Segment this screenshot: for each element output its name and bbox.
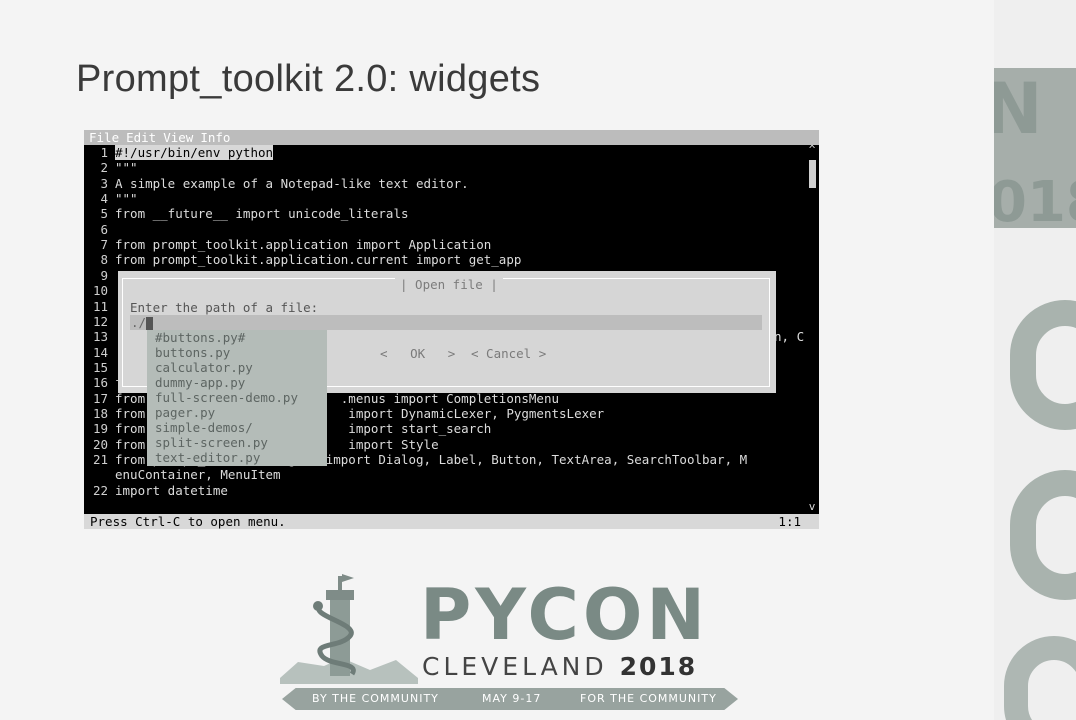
- line-number: 4: [100, 191, 108, 207]
- line-number: 19: [92, 421, 108, 437]
- cancel-button[interactable]: < Cancel >: [471, 346, 546, 361]
- line-number: 2: [100, 160, 108, 176]
- side-decoration: N 018: [994, 0, 1076, 720]
- line-number: 22: [92, 482, 108, 498]
- line-number: 7: [100, 237, 108, 253]
- scrollbar[interactable]: ^ v: [807, 144, 817, 515]
- code-text: from prompt_toolkit.application import A…: [115, 237, 492, 253]
- line-number: 6: [100, 221, 108, 237]
- city-name: CLEVELAND: [422, 652, 608, 681]
- line-number: 15: [92, 359, 108, 375]
- side-band: N 018: [994, 68, 1076, 235]
- code-text: """: [115, 160, 138, 176]
- pycon-wordmark: PYCON: [420, 574, 709, 656]
- path-input[interactable]: ./: [130, 315, 762, 330]
- menu-file[interactable]: File: [89, 130, 119, 145]
- scroll-up-icon[interactable]: ^: [807, 144, 817, 155]
- completion-item[interactable]: dummy-app.py: [155, 375, 245, 390]
- slide-title: Prompt_toolkit 2.0: widgets: [76, 58, 541, 100]
- menu-info[interactable]: Info: [200, 130, 230, 145]
- line-number: 8: [100, 252, 108, 268]
- scroll-down-icon[interactable]: v: [807, 501, 817, 512]
- completion-item[interactable]: text-editor.py: [155, 450, 260, 465]
- code-text: #!/usr/bin/env python: [115, 145, 274, 160]
- completion-item[interactable]: calculator.py: [155, 360, 253, 375]
- cursor-position: 1:1: [778, 514, 801, 529]
- menu-edit[interactable]: Edit: [126, 130, 156, 145]
- side-ring: [1010, 470, 1076, 600]
- line-number: 18: [92, 405, 108, 421]
- line-number: 16: [92, 375, 108, 391]
- terminal-window[interactable]: File Edit View Info 1 #!/usr/bin/env python 2…: [84, 130, 819, 529]
- line-number: 3: [100, 175, 108, 191]
- side-ring: [1004, 636, 1076, 720]
- line-number: 13: [92, 329, 108, 345]
- ok-button[interactable]: < OK >: [380, 346, 455, 361]
- line-number: 9: [100, 267, 108, 283]
- dialog-prompt: Enter the path of a file:: [130, 300, 319, 315]
- path-input-value: ./: [131, 315, 147, 330]
- line-number: 14: [92, 344, 108, 360]
- menu-bar: File Edit View Info: [84, 130, 819, 145]
- menu-view[interactable]: View: [163, 130, 193, 145]
- completion-item[interactable]: full-screen-demo.py: [155, 390, 298, 405]
- line-number: 12: [92, 313, 108, 329]
- code-text: enuContainer, MenuItem: [115, 467, 281, 483]
- pycon-city: CLEVELAND 2018: [422, 654, 697, 680]
- line-number: 11: [92, 298, 108, 314]
- status-bar: Press Ctrl-C to open menu. 1:1: [84, 514, 819, 529]
- completions-menu: #buttons.py# buttons.py calculator.py du…: [147, 330, 327, 466]
- line-number: 21: [92, 452, 108, 467]
- code-text: """: [115, 191, 138, 207]
- scroll-thumb[interactable]: [809, 160, 816, 188]
- side-ring: [1010, 300, 1076, 430]
- code-text: import datetime: [115, 482, 228, 498]
- completion-item[interactable]: #buttons.py#: [155, 330, 245, 345]
- ribbon-right: FOR THE COMMUNITY: [580, 692, 717, 705]
- completion-item[interactable]: split-screen.py: [155, 435, 268, 450]
- line-number: 20: [92, 436, 108, 452]
- ribbon-mid: MAY 9-17: [482, 692, 542, 705]
- pycon-logo: PYCON CLEVELAND 2018 BY THE COMMUNITY MA…: [272, 566, 746, 716]
- line-number: 1: [100, 145, 108, 160]
- status-text: Press Ctrl-C to open menu.: [90, 514, 286, 529]
- dialog-title: | Open file |: [395, 277, 503, 292]
- line-number: 5: [100, 206, 108, 222]
- code-text: A simple example of a Notepad-like text …: [115, 175, 469, 191]
- line-number: 10: [92, 283, 108, 299]
- code-text: n, C: [774, 329, 805, 345]
- line-number: 17: [92, 390, 108, 406]
- completion-item[interactable]: buttons.py: [155, 345, 230, 360]
- code-text: from prompt_toolkit.application.current …: [115, 252, 522, 268]
- completion-item[interactable]: pager.py: [155, 405, 215, 420]
- text-cursor: [146, 317, 154, 330]
- completion-item[interactable]: simple-demos/: [155, 420, 253, 435]
- pycon-year: 2018: [619, 652, 698, 681]
- pycon-ribbon: BY THE COMMUNITY MAY 9-17 FOR THE COMMUN…: [282, 688, 738, 710]
- code-text: from __future__ import unicode_literals: [115, 206, 409, 222]
- ribbon-left: BY THE COMMUNITY: [312, 692, 439, 705]
